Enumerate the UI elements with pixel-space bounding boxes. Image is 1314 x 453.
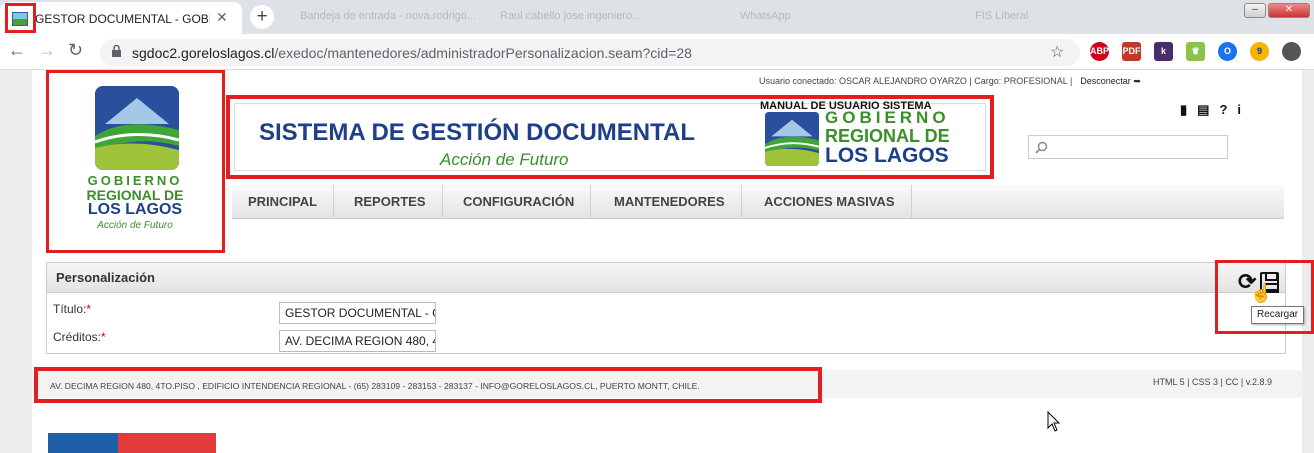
k-extension-icon[interactable]: k [1154, 42, 1173, 61]
banner-org-line3: LOS LAGOS [825, 144, 949, 167]
banner-title: SISTEMA DE GESTIÓN DOCUMENTAL [259, 119, 696, 146]
search-icon [1035, 141, 1048, 154]
bottom-stripe-red [118, 433, 216, 453]
browser-toolbar: ← → ↻ sgdoc2.goreloslagos.cl/exedoc/mant… [0, 34, 1314, 70]
new-tab-button[interactable]: + [250, 5, 274, 29]
hand-cursor-icon: ☝ [1250, 283, 1273, 303]
menu-item-reportes[interactable]: REPORTES [338, 185, 443, 219]
logo-line3: LOS LAGOS [87, 201, 183, 218]
url-host: sgdoc2.goreloslagos.cl [132, 45, 275, 61]
tab-title: GESTOR DOCUMENTAL - GOBIERNO [35, 12, 210, 26]
url-text: sgdoc2.goreloslagos.cl/exedoc/mantenedor… [132, 45, 692, 61]
panel-header: Personalización [47, 263, 1285, 293]
address-bar[interactable]: sgdoc2.goreloslagos.cl/exedoc/mantenedor… [100, 39, 1080, 66]
forward-icon[interactable]: → [38, 40, 56, 61]
tab-background[interactable]: Raul cabello jose ingeniero... [500, 10, 641, 22]
tab-close-icon[interactable]: ✕ [216, 9, 228, 26]
tab-background[interactable]: FIS Liberal [975, 10, 1028, 22]
panel-title: Personalización [56, 270, 155, 285]
tab-background[interactable]: WhatsApp [740, 10, 791, 22]
user-info: Usuario conectado: OSCAR ALEJANDRO OYARZ… [759, 76, 1141, 87]
header-icons: ▮ ▤? i [1180, 102, 1251, 118]
logo-tagline: Acción de Futuro [97, 220, 173, 231]
footer-tech: HTML 5 | CSS 3 | CC | v.2.8.9 [1153, 377, 1273, 387]
logo-line1: GOBIERNO [87, 173, 183, 188]
banner-emblem-icon [765, 112, 819, 166]
nine-extension-icon[interactable]: 9 [1250, 42, 1269, 61]
banner-subtitle: Acción de Futuro [440, 150, 569, 169]
logout-link[interactable]: Desconectar ➥ [1080, 76, 1141, 86]
logout-icon: ➥ [1133, 76, 1141, 86]
minimize-button[interactable]: – [1244, 3, 1266, 18]
title-input[interactable]: GESTOR DOCUMENTAL - GOBIERNO [279, 302, 436, 324]
menu-item-configuracion[interactable]: CONFIGURACIÓN [447, 185, 592, 219]
reload-page-icon[interactable]: ↻ [68, 40, 83, 61]
tab-highlight [5, 3, 36, 33]
url-path: /exedoc/mantenedores/administradorPerson… [274, 45, 692, 61]
user-connected-text: Usuario conectado: OSCAR ALEJANDRO OYARZ… [759, 76, 1073, 86]
book-icon[interactable]: ▮ [1180, 102, 1187, 117]
logo-emblem-icon [95, 86, 179, 170]
menu-item-mantenedores[interactable]: MANTENEDORES [598, 185, 742, 219]
adblock-extension-icon[interactable]: ABP [1090, 42, 1109, 61]
bookmark-star-icon[interactable]: ☆ [1050, 42, 1064, 62]
pdf-extension-icon[interactable]: PDF [1122, 42, 1141, 61]
profile-avatar[interactable] [1282, 42, 1301, 61]
browser-tabstrip: GESTOR DOCUMENTAL - GOBIERNO ✕ + Bandeja… [0, 0, 1314, 34]
bottom-stripe-blue [48, 433, 118, 453]
help-icon[interactable]: ? [1219, 102, 1227, 117]
info-icon[interactable]: i [1237, 102, 1241, 117]
footer-address-box: AV. DECIMA REGION 480, 4TO.PISO , EDIFIC… [34, 367, 822, 403]
footer-address: AV. DECIMA REGION 480, 4TO.PISO , EDIFIC… [50, 381, 700, 391]
manual-link[interactable]: MANUAL DE USUARIO SISTEMA [760, 100, 932, 112]
logo-gobierno-regional[interactable]: GOBIERNO REGIONAL DE LOS LAGOS Acción de… [46, 70, 225, 253]
lock-icon [112, 45, 121, 57]
personalization-panel: Personalización Título:* GESTOR DOCUMENT… [46, 262, 1286, 354]
credits-input[interactable]: AV. DECIMA REGION 480, 4TO.PISO [279, 330, 436, 352]
basket-extension-icon[interactable]: ♛ [1186, 42, 1205, 61]
reload-tooltip: Recargar [1251, 306, 1305, 324]
credits-label: Créditos:* [53, 330, 106, 344]
browser-tab-active[interactable]: GESTOR DOCUMENTAL - GOBIERNO ✕ [0, 2, 242, 34]
id-card-icon[interactable]: ▤ [1197, 102, 1209, 117]
back-icon[interactable]: ← [8, 40, 26, 61]
close-window-button[interactable]: ✕ [1268, 3, 1310, 18]
title-label: Título:* [53, 302, 92, 316]
banner-inner: SISTEMA DE GESTIÓN DOCUMENTAL Acción de … [234, 103, 986, 171]
menu-item-principal[interactable]: PRINCIPAL [232, 185, 335, 219]
tab-background[interactable]: Bandeja de entrada - nova.rodrigo... [300, 10, 476, 22]
main-menu: PRINCIPAL REPORTES CONFIGURACIÓN MANTENE… [232, 185, 1284, 219]
menu-item-acciones-masivas[interactable]: ACCIONES MASIVAS [748, 185, 912, 219]
search-input[interactable] [1028, 135, 1228, 159]
arrow-cursor-icon [1047, 411, 1061, 432]
o-extension-icon[interactable]: O [1218, 42, 1237, 61]
